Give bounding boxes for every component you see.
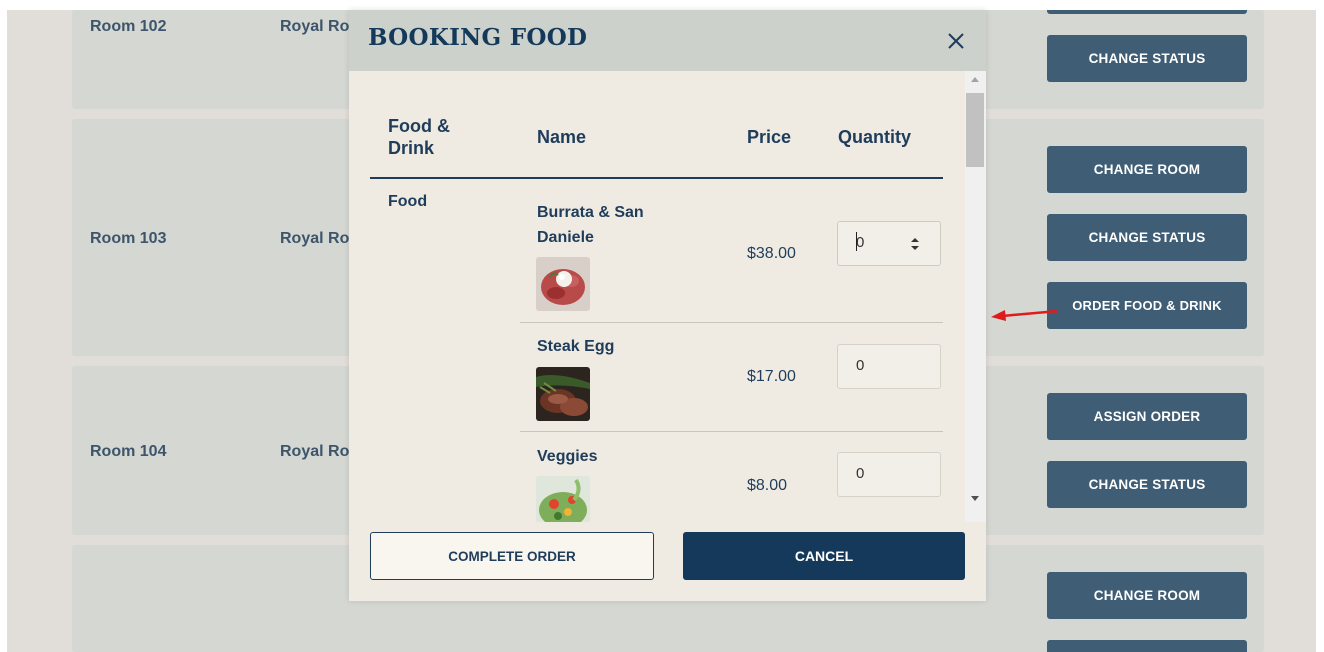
- category-label: Food: [388, 193, 428, 210]
- scroll-down-arrow-icon[interactable]: [968, 493, 982, 503]
- room-type: Royal Ro: [280, 230, 350, 247]
- quantity-value: 0: [856, 234, 865, 251]
- annotation-arrow-icon: [991, 309, 1059, 321]
- quantity-value: 0: [856, 357, 865, 374]
- food-item-name: Steak Egg: [537, 338, 615, 355]
- column-header-name: Name: [537, 127, 587, 147]
- food-item-price: $38.00: [747, 245, 796, 262]
- assign-order-button[interactable]: ASSIGN ORDER: [1047, 393, 1247, 440]
- veggies-thumbnail: [536, 476, 590, 522]
- scrollbar-thumb[interactable]: [966, 93, 984, 167]
- column-header-quantity: Quantity: [838, 127, 912, 147]
- close-icon: [948, 33, 964, 49]
- order-food-drink-button[interactable]: ORDER FOOD & DRINK: [1047, 282, 1247, 329]
- food-item-name: Veggies: [537, 448, 598, 465]
- food-table-scroll-area[interactable]: Food & Drink Name Price Quantity Food Bu…: [349, 71, 986, 522]
- food-item-price: $8.00: [747, 477, 788, 494]
- text-cursor: [856, 232, 857, 251]
- complete-order-button[interactable]: COMPLETE ORDER: [370, 532, 654, 580]
- modal-title: BOOKING FOOD: [368, 24, 588, 51]
- quantity-input[interactable]: 0: [837, 344, 941, 389]
- room-type: Royal Ro: [280, 443, 350, 460]
- column-header-food-drink: Food & Drink: [388, 116, 450, 158]
- change-room-button[interactable]: CHANGE ROOM: [1047, 146, 1247, 193]
- action-button-partial[interactable]: [1047, 10, 1247, 14]
- steak-thumbnail: [536, 367, 590, 421]
- quantity-input[interactable]: 0: [837, 452, 941, 497]
- action-button-partial[interactable]: [1047, 640, 1247, 652]
- scroll-up-arrow-icon[interactable]: [968, 75, 982, 85]
- room-type: Royal Ro: [280, 18, 350, 35]
- food-item-name: Burrata & San Daniele: [537, 204, 644, 246]
- column-header-price: Price: [747, 127, 792, 147]
- burrata-thumbnail: [536, 257, 590, 311]
- quantity-value: 0: [856, 465, 865, 482]
- booking-food-modal: BOOKING FOOD Food & Drink Name Price Qua…: [349, 10, 986, 601]
- food-item-price: $17.00: [747, 368, 796, 385]
- room-number: Room 102: [90, 18, 167, 35]
- change-room-button[interactable]: CHANGE ROOM: [1047, 572, 1247, 619]
- change-status-button[interactable]: CHANGE STATUS: [1047, 35, 1247, 82]
- room-number: Room 104: [90, 443, 167, 460]
- room-number: Room 103: [90, 230, 167, 247]
- cancel-button[interactable]: CANCEL: [683, 532, 965, 580]
- quantity-input[interactable]: 0: [837, 221, 941, 266]
- row-divider: [520, 322, 943, 323]
- close-button[interactable]: [939, 24, 973, 58]
- modal-header: BOOKING FOOD: [349, 10, 986, 71]
- row-divider: [520, 431, 943, 432]
- header-divider: [370, 177, 943, 179]
- change-status-button[interactable]: CHANGE STATUS: [1047, 214, 1247, 261]
- change-status-button[interactable]: CHANGE STATUS: [1047, 461, 1247, 508]
- spinner-arrows-icon[interactable]: [910, 237, 920, 251]
